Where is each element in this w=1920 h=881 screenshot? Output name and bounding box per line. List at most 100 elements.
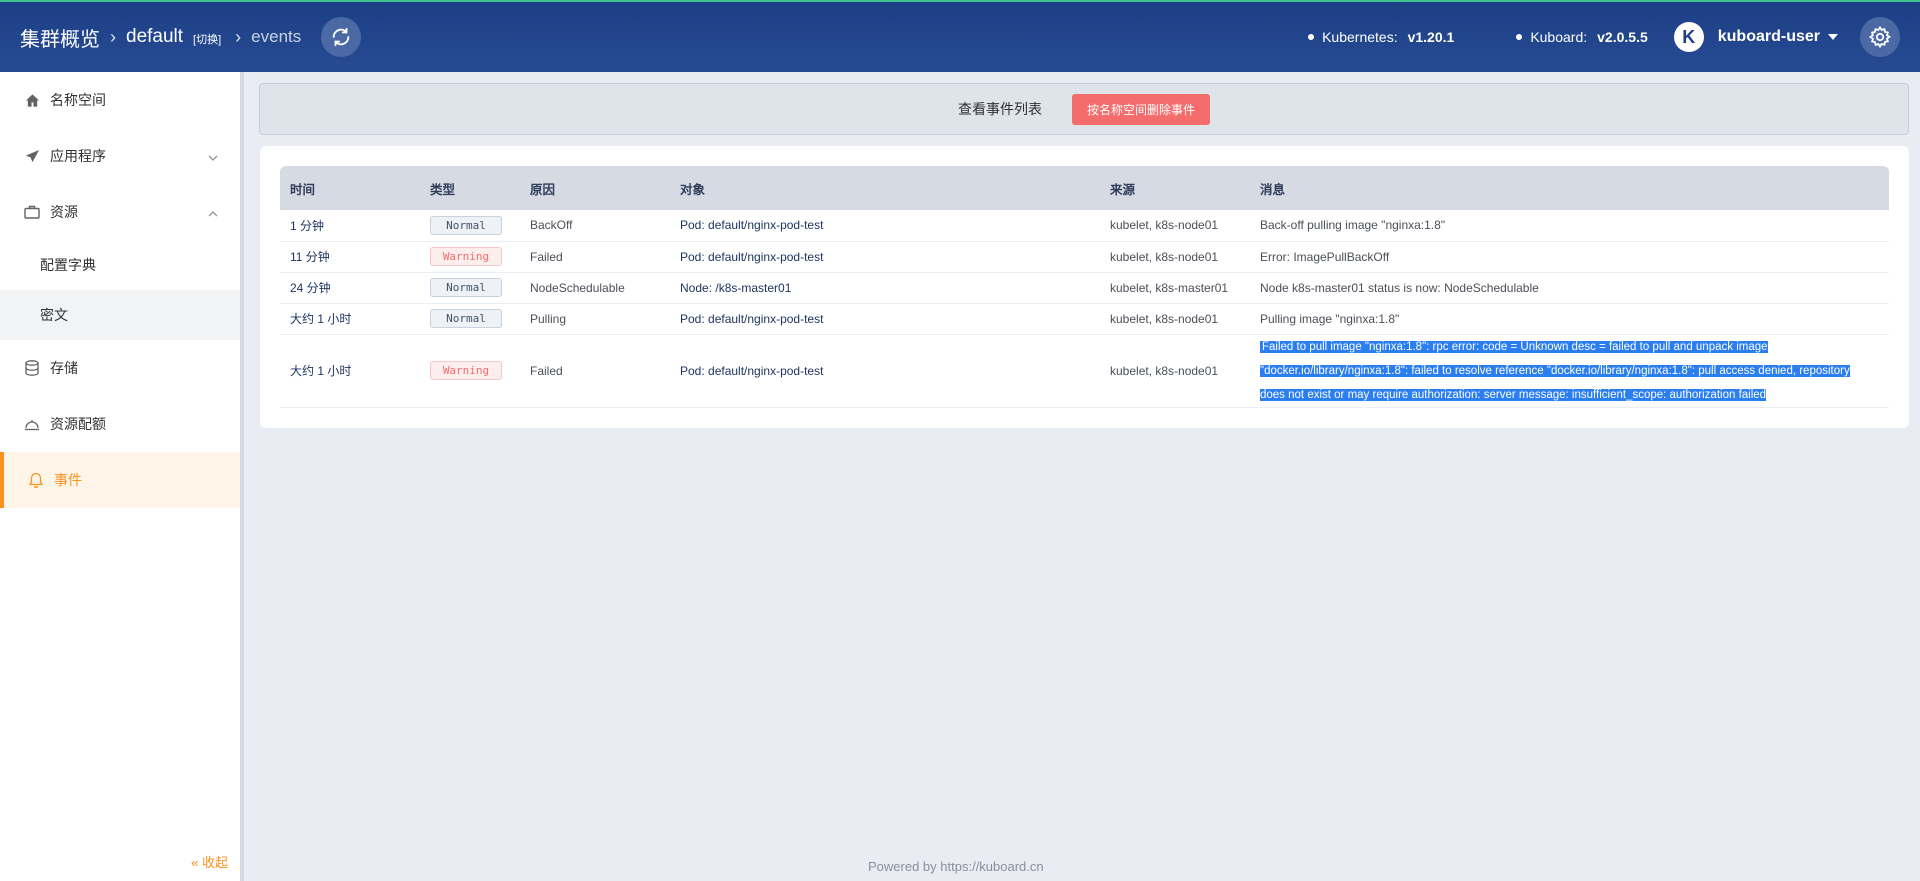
column-header-time: 时间 bbox=[280, 166, 420, 210]
bullet-icon bbox=[1308, 34, 1315, 40]
event-reason: NodeSchedulable bbox=[520, 272, 670, 304]
sidebar-item-label: 资源 bbox=[50, 204, 78, 220]
breadcrumb-cluster-overview[interactable]: 集群概览 bbox=[20, 23, 100, 52]
event-object-link[interactable]: Pod: default/nginx-pod-test bbox=[680, 312, 823, 326]
sidebar-item-events[interactable]: 事件 bbox=[0, 452, 240, 508]
header-right: Kubernetes: v1.20.1 Kuboard: v2.0.5.5 K … bbox=[1308, 2, 1920, 72]
event-message-selected: Failed to pull image "nginxa:1.8": rpc e… bbox=[1260, 340, 1850, 401]
delete-events-by-namespace-button[interactable]: 按名称空间删除事件 bbox=[1071, 93, 1210, 125]
event-time: 1 分钟 bbox=[280, 210, 420, 242]
event-message-cell: Failed to pull image "nginxa:1.8": rpc e… bbox=[1250, 334, 1889, 408]
chevron-down-icon bbox=[208, 150, 218, 166]
table-header-row: 时间 类型 原因 对象 来源 消息 bbox=[280, 166, 1889, 210]
collapse-sidebar-button[interactable]: « 收起 bbox=[191, 852, 228, 871]
settings-button[interactable] bbox=[1860, 17, 1900, 57]
event-time: 11 分钟 bbox=[280, 241, 420, 273]
sidebar-item-label: 存储 bbox=[50, 360, 78, 376]
event-reason: Pulling bbox=[520, 303, 670, 335]
column-header-object: 对象 bbox=[670, 166, 1100, 210]
event-message: Pulling image "nginxa:1.8" bbox=[1250, 303, 1889, 335]
powered-by-label: Powered by bbox=[868, 859, 937, 874]
column-header-reason: 原因 bbox=[520, 166, 670, 210]
breadcrumb-namespace[interactable]: default bbox=[126, 26, 183, 48]
event-type-cell: Normal bbox=[420, 210, 520, 242]
status-badge: Warning bbox=[430, 247, 502, 266]
quota-icon bbox=[24, 416, 40, 432]
avatar: K bbox=[1673, 22, 1704, 52]
status-badge: Normal bbox=[430, 309, 502, 328]
chevron-up-icon bbox=[208, 206, 218, 222]
switch-namespace-link[interactable]: [切换] bbox=[193, 31, 221, 47]
sidebar-item-resources[interactable]: 资源 bbox=[0, 184, 240, 240]
chevron-right-icon: › bbox=[110, 26, 116, 47]
table-row: 1 分钟 Normal BackOff Pod: default/nginx-p… bbox=[280, 210, 1889, 242]
sidebar-item-label: 资源配额 bbox=[50, 416, 106, 432]
sidebar-item-storage[interactable]: 存储 bbox=[0, 340, 240, 396]
event-source: kubelet, k8s-node01 bbox=[1100, 210, 1250, 242]
events-table: 时间 类型 原因 对象 来源 消息 1 分钟 Normal BackOff Po… bbox=[280, 166, 1889, 408]
home-icon bbox=[24, 92, 40, 108]
kubernetes-label: Kubernetes: bbox=[1322, 29, 1398, 45]
kuboard-label: Kuboard: bbox=[1530, 29, 1588, 45]
sidebar-item-label: 事件 bbox=[54, 472, 82, 488]
sidebar-item-namespace[interactable]: 名称空间 bbox=[0, 72, 240, 128]
chevron-right-icon: › bbox=[235, 26, 242, 47]
database-icon bbox=[24, 360, 40, 376]
sidebar: 名称空间 应用程序 资源 配置字典 密文 存储 资源配额 事件 « 收起 bbox=[0, 72, 244, 881]
bullet-icon bbox=[1516, 34, 1523, 40]
event-type-cell: Warning bbox=[420, 241, 520, 273]
column-header-type: 类型 bbox=[420, 166, 520, 210]
kuboard-link[interactable]: https://kuboard.cn bbox=[940, 859, 1043, 874]
table-row: 大约 1 小时 Normal Pulling Pod: default/ngin… bbox=[280, 303, 1889, 335]
sidebar-item-label: 应用程序 bbox=[50, 148, 106, 164]
sidebar-item-resource-quota[interactable]: 资源配额 bbox=[0, 396, 240, 452]
top-header: 集群概览 › default [切换] › events Kubernetes:… bbox=[0, 0, 1920, 72]
footer: Powered by https://kuboard.cn bbox=[868, 859, 1044, 874]
event-source: kubelet, k8s-node01 bbox=[1100, 334, 1250, 408]
event-object-link[interactable]: Pod: default/nginx-pod-test bbox=[680, 218, 823, 232]
breadcrumb-current-page: events bbox=[251, 27, 302, 46]
event-reason: Failed bbox=[520, 241, 670, 273]
page-title: 查看事件列表 bbox=[957, 101, 1042, 117]
send-icon bbox=[24, 148, 40, 164]
status-badge: Normal bbox=[430, 278, 502, 297]
event-object-link[interactable]: Pod: default/nginx-pod-test bbox=[680, 364, 823, 378]
table-row: 11 分钟 Warning Failed Pod: default/nginx-… bbox=[280, 241, 1889, 273]
event-message: Node k8s-master01 status is now: NodeSch… bbox=[1250, 272, 1889, 304]
kubernetes-version: Kubernetes: v1.20.1 bbox=[1308, 29, 1454, 45]
caret-down-icon bbox=[1828, 34, 1838, 40]
event-object-cell: Pod: default/nginx-pod-test bbox=[670, 210, 1100, 242]
kuboard-version-value: v2.0.5.5 bbox=[1597, 29, 1648, 45]
event-type-cell: Normal bbox=[420, 303, 520, 335]
event-object-link[interactable]: Pod: default/nginx-pod-test bbox=[680, 250, 823, 264]
table-row: 24 分钟 Normal NodeSchedulable Node: /k8s-… bbox=[280, 272, 1889, 304]
event-source: kubelet, k8s-node01 bbox=[1100, 241, 1250, 273]
event-object-cell: Node: /k8s-master01 bbox=[670, 272, 1100, 304]
event-source: kubelet, k8s-master01 bbox=[1100, 272, 1250, 304]
event-message: Back-off pulling image "nginxa:1.8" bbox=[1250, 210, 1889, 242]
event-object-cell: Pod: default/nginx-pod-test bbox=[670, 303, 1100, 335]
breadcrumb: 集群概览 › default [切换] › events bbox=[0, 2, 362, 72]
event-time: 大约 1 小时 bbox=[280, 303, 420, 335]
sidebar-item-applications[interactable]: 应用程序 bbox=[0, 128, 240, 184]
sidebar-item-label: 名称空间 bbox=[50, 92, 106, 108]
column-header-message: 消息 bbox=[1250, 166, 1889, 210]
refresh-button[interactable] bbox=[321, 17, 362, 57]
column-header-source: 来源 bbox=[1100, 166, 1250, 210]
event-object-cell: Pod: default/nginx-pod-test bbox=[670, 241, 1100, 273]
user-name: kuboard-user bbox=[1717, 28, 1820, 45]
event-message: Error: ImagePullBackOff bbox=[1250, 241, 1889, 273]
event-source: kubelet, k8s-node01 bbox=[1100, 303, 1250, 335]
event-object-link[interactable]: Node: /k8s-master01 bbox=[680, 281, 791, 295]
status-badge: Normal bbox=[430, 215, 502, 235]
event-time: 24 分钟 bbox=[280, 272, 420, 304]
event-type-cell: Warning bbox=[420, 334, 520, 408]
event-reason: Failed bbox=[520, 334, 670, 408]
sidebar-item-configmaps[interactable]: 配置字典 bbox=[0, 240, 240, 290]
refresh-icon bbox=[333, 27, 350, 47]
events-toolbar: 查看事件列表 按名称空间删除事件 bbox=[259, 83, 1909, 135]
sidebar-item-secrets[interactable]: 密文 bbox=[0, 290, 240, 340]
bell-icon bbox=[28, 472, 44, 488]
status-badge: Warning bbox=[430, 361, 502, 380]
user-menu[interactable]: K kuboard-user bbox=[1673, 22, 1838, 52]
